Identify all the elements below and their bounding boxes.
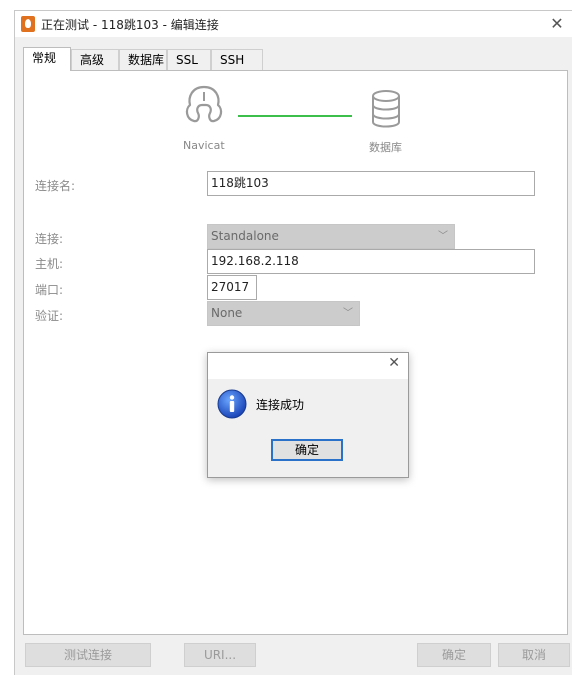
- auth-select[interactable]: None ﹀: [207, 301, 360, 326]
- host-input[interactable]: 192.168.2.118: [207, 249, 535, 274]
- title-bar: 正在测试 - 118跳103 - 编辑连接 ✕: [15, 11, 572, 37]
- connection-select-value: Standalone: [211, 229, 279, 243]
- chevron-down-icon: ﹀: [438, 231, 448, 242]
- window-title: 正在测试 - 118跳103 - 编辑连接: [41, 18, 219, 32]
- connection-status-line: [238, 115, 352, 117]
- dialog-ok-button[interactable]: 确定: [271, 439, 343, 461]
- connection-select[interactable]: Standalone ﹀: [207, 224, 455, 249]
- ok-button[interactable]: 确定: [417, 643, 491, 667]
- navicat-app-icon: [21, 16, 35, 32]
- auth-select-value: None: [211, 306, 243, 320]
- uri-button[interactable]: URI...: [184, 643, 256, 667]
- success-message-dialog: ✕ 连接成功 确定: [207, 352, 409, 478]
- dialog-title-bar: ✕: [208, 353, 408, 379]
- auth-label: 验证:: [35, 309, 64, 323]
- host-label: 主机:: [35, 257, 64, 271]
- database-icon: [372, 90, 400, 128]
- navicat-logo-icon: [185, 85, 223, 123]
- port-input[interactable]: 27017: [207, 275, 257, 300]
- tab-ssl[interactable]: SSL: [167, 49, 211, 70]
- tab-ssh[interactable]: SSH: [211, 49, 263, 70]
- tab-database[interactable]: 数据库: [119, 49, 167, 70]
- dialog-close-icon[interactable]: ✕: [388, 355, 400, 371]
- test-connection-button[interactable]: 测试连接: [25, 643, 151, 667]
- tab-general[interactable]: 常规: [23, 47, 71, 71]
- chevron-down-icon: ﹀: [343, 308, 353, 319]
- conn-name-input[interactable]: 118跳103: [207, 171, 535, 196]
- port-label: 端口:: [35, 283, 64, 297]
- database-caption: 数据库: [369, 141, 402, 154]
- navicat-caption: Navicat: [183, 139, 225, 152]
- info-icon: [217, 389, 247, 419]
- dialog-message: 连接成功: [256, 398, 305, 412]
- window-close-icon[interactable]: ✕: [547, 14, 567, 34]
- connection-label: 连接:: [35, 232, 64, 246]
- cancel-button[interactable]: 取消: [498, 643, 570, 667]
- tab-advanced[interactable]: 高级: [71, 49, 119, 70]
- conn-name-label: 连接名:: [35, 179, 76, 193]
- edit-connection-window: 正在测试 - 118跳103 - 编辑连接 ✕ 常规 高级 数据库 SSL SS…: [14, 10, 572, 675]
